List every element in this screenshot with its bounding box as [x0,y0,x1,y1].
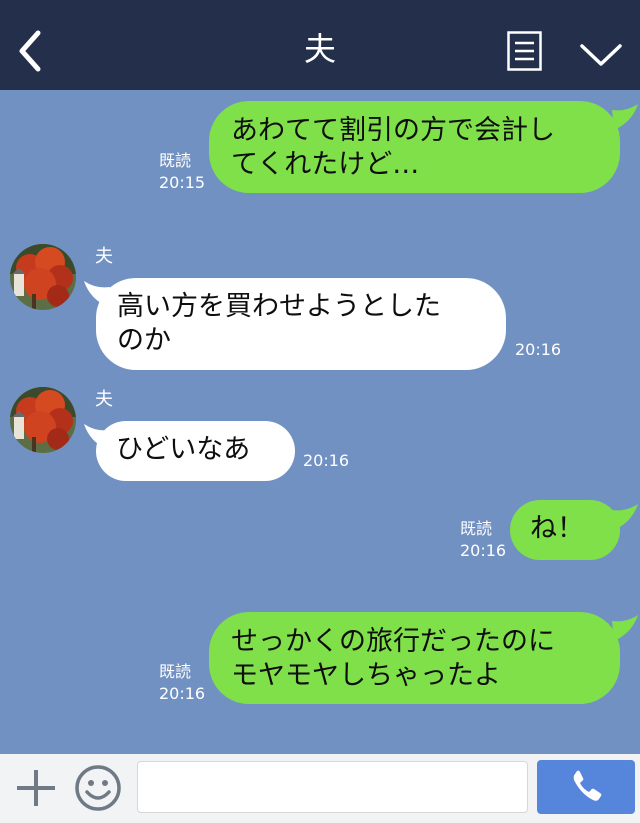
sender-name: 夫 [95,389,113,410]
chevron-down-icon [580,44,622,66]
message-time: 20:16 [303,451,350,470]
collapse-button[interactable] [578,38,624,70]
message-line: あわてて割引の方で会計し [231,115,555,146]
message-line: ひどいなあ [116,434,251,465]
message-time: 20:15 [159,173,206,192]
avatar[interactable] [10,387,76,453]
message-line: せっかくの旅行だったのに [231,626,555,657]
read-receipt: 既読 [159,151,192,170]
message-bubble-incoming[interactable]: ひどいなあ [96,421,295,481]
message-bubble-incoming[interactable]: 高い方を買わせようとした のか [96,278,506,370]
message-line: てくれたけど… [231,149,420,180]
smiley-icon [75,765,121,811]
call-button[interactable] [537,760,635,814]
message-time: 20:16 [460,541,507,560]
read-receipt: 既読 [159,662,192,681]
menu-button[interactable] [507,31,542,71]
message-input[interactable] [137,761,528,813]
message-bubble-outgoing[interactable]: あわてて割引の方で会計し てくれたけど… [209,101,620,193]
phone-icon [573,770,602,801]
message-meta: 既読 20:16 [159,661,205,705]
emoji-button[interactable] [74,764,122,812]
read-receipt: 既読 [460,519,493,538]
message-time: 20:16 [515,340,562,359]
add-button[interactable] [14,768,58,808]
plus-icon [17,770,55,806]
chat-title: 夫 [303,30,336,68]
message-meta: 既読 20:16 [460,518,506,562]
message-line: のか [117,325,171,356]
message-bubble-outgoing[interactable]: ね！ [510,500,620,560]
message-meta: 20:16 [303,450,349,472]
sender-name: 夫 [95,246,113,267]
avatar[interactable] [10,244,76,310]
message-line: モヤモヤしちゃったよ [231,660,501,691]
message-time: 20:16 [159,684,206,703]
message-bubble-outgoing[interactable]: せっかくの旅行だったのに モヤモヤしちゃったよ [209,612,620,704]
message-meta: 既読 20:15 [159,150,205,194]
message-line: 高い方を買わせようとした [117,291,441,322]
menu-lines-icon [507,31,542,71]
message-meta: 20:16 [515,339,561,361]
message-line: ね！ [530,513,584,544]
